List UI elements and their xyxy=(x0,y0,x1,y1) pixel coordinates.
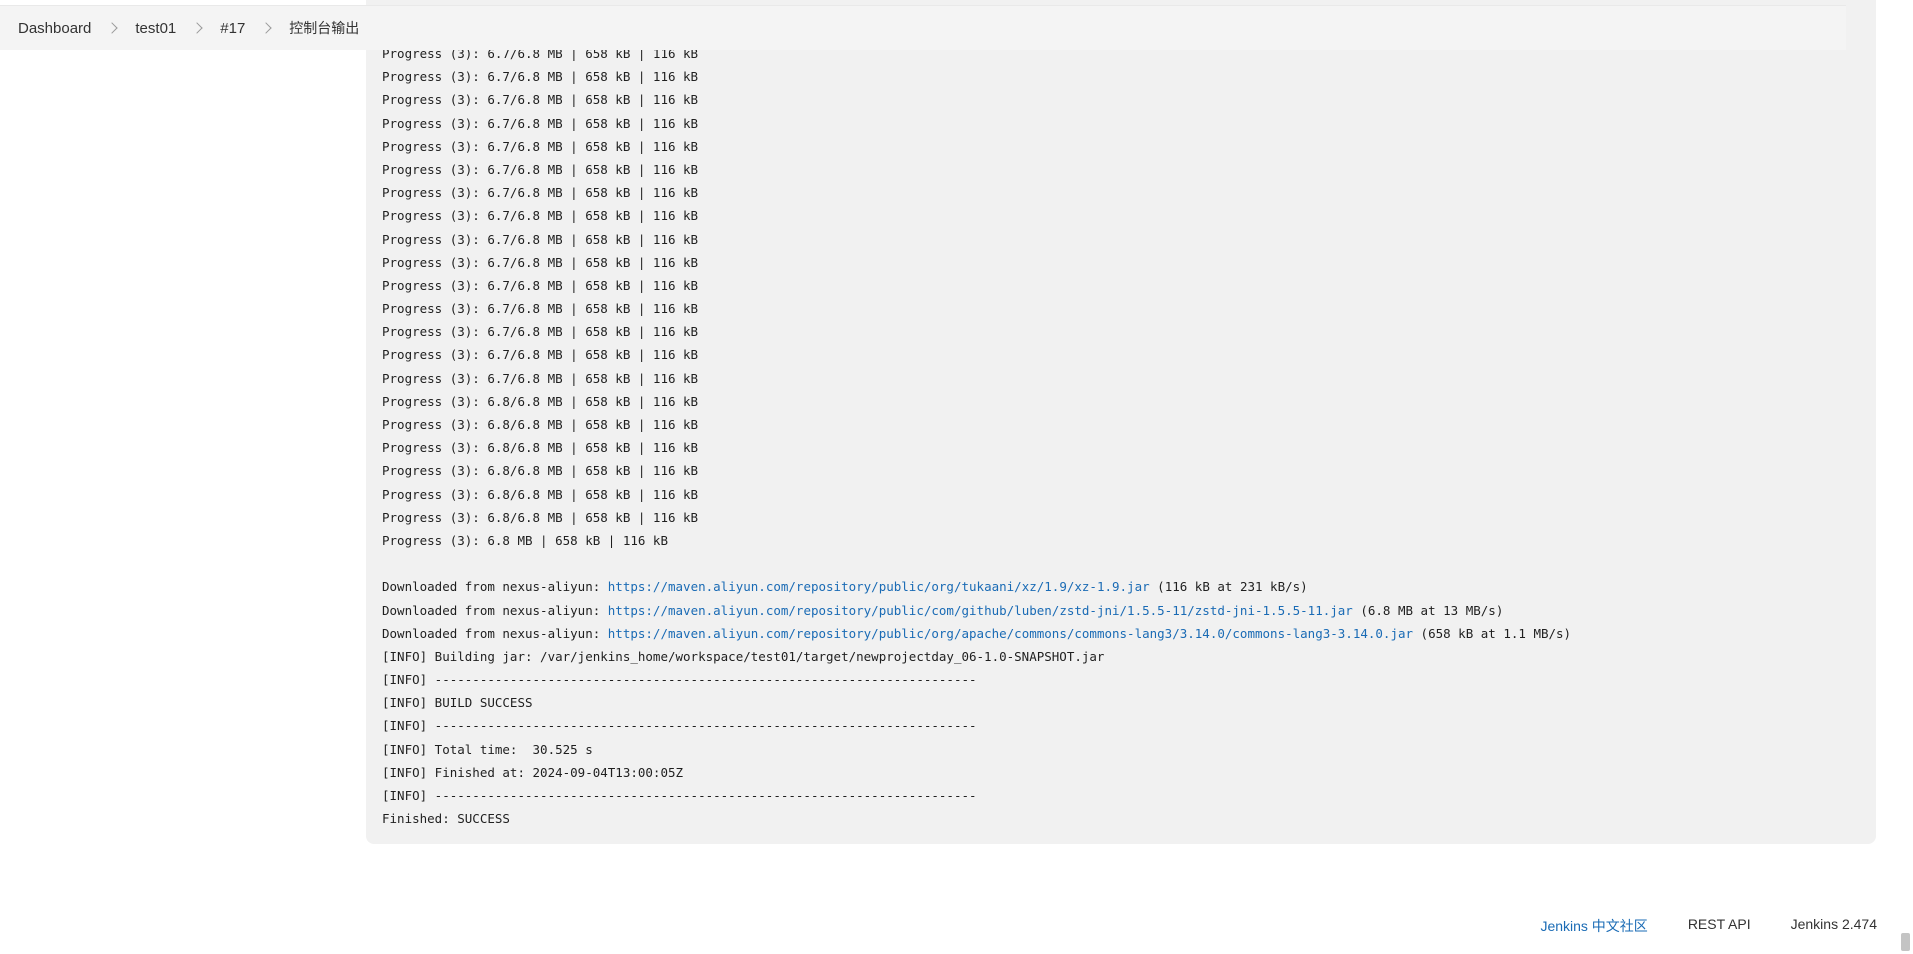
console-line: Progress (3): 6.7/6.8 MB | 658 kB | 116 … xyxy=(382,254,699,270)
console-line: Downloaded from nexus-aliyun: https://ma… xyxy=(382,622,1860,645)
console-line: Progress (3): 6.8/6.8 MB | 658 kB | 116 … xyxy=(382,417,699,432)
console-line: Progress (3): 6.7/6.8 MB | 658 kB | 116 … xyxy=(382,231,699,247)
console-line-suffix: (6.8 MB at 13 MB/s) xyxy=(1352,602,1504,618)
console-line: Progress (3): 6.8/6.8 MB | 658 kB | 116 … xyxy=(382,509,699,525)
console-line: Progress (3): 6.8 MB | 658 kB | 116 kB xyxy=(382,532,668,548)
breadcrumb-console-output[interactable]: 控制台输出 xyxy=(289,18,359,38)
console-line: Progress (3): 6.7/6.8 MB | 658 kB | 116 … xyxy=(382,138,699,154)
console-line: [INFO] Finished at: 2024-09-04T13:00:05Z xyxy=(382,764,684,780)
chevron-right-icon xyxy=(260,22,272,34)
console-line: Progress (3): 6.8/6.8 MB | 658 kB | 116 … xyxy=(382,486,699,502)
rest-api-link[interactable]: REST API xyxy=(1688,916,1751,936)
console-line: [INFO] ---------------------------------… xyxy=(382,788,977,803)
console-line: Progress (3): 6.7/6.8 MB | 658 kB | 116 … xyxy=(382,277,699,293)
console-line: [INFO] ---------------------------------… xyxy=(382,672,977,688)
chevron-right-icon xyxy=(191,22,203,34)
scrollbar-thumb[interactable] xyxy=(1901,933,1910,951)
console-line: [INFO] Building jar: /var/jenkins_home/w… xyxy=(382,648,1105,664)
jenkins-community-link[interactable]: Jenkins 中文社区 xyxy=(1540,916,1647,936)
console-line: Progress (3): 6.7/6.8 MB | 658 kB | 116 … xyxy=(382,92,699,108)
console-line: Progress (3): 6.8/6.8 MB | 658 kB | 116 … xyxy=(382,440,699,456)
jenkins-console-page: Progress (3): 6.7/6.8 MB | 658 kB | 116 … xyxy=(0,0,1913,954)
console-line: Progress (3): 6.7/6.8 MB | 658 kB | 116 … xyxy=(382,208,699,224)
artifact-download-link[interactable]: https://maven.aliyun.com/repository/publ… xyxy=(608,603,1353,618)
console-line: Progress (3): 6.7/6.8 MB | 658 kB | 116 … xyxy=(382,324,699,340)
console-line: Progress (3): 6.8/6.8 MB | 658 kB | 116 … xyxy=(382,463,699,479)
console-line: Progress (3): 6.7/6.8 MB | 658 kB | 116 … xyxy=(382,69,699,85)
console-line-prefix: Downloaded from nexus-aliyun: xyxy=(382,579,608,595)
breadcrumb: Dashboard test01 #17 控制台输出 xyxy=(0,5,1846,50)
chevron-right-icon xyxy=(106,22,119,34)
console-line: [INFO] ---------------------------------… xyxy=(382,718,977,734)
console-line: Finished: SUCCESS xyxy=(382,811,510,827)
console-line: Progress (3): 6.7/6.8 MB | 658 kB | 116 … xyxy=(382,301,699,317)
console-line-suffix: (116 kB at 231 kB/s) xyxy=(1149,579,1308,595)
console-line-prefix: Downloaded from nexus-aliyun: xyxy=(382,625,608,641)
console-line: [INFO] BUILD SUCCESS xyxy=(382,695,533,711)
breadcrumb-job-test01[interactable]: test01 xyxy=(135,20,176,37)
page-scrollbar[interactable] xyxy=(1899,0,1913,954)
console-line: Progress (3): 6.7/6.8 MB | 658 kB | 116 … xyxy=(382,185,699,201)
console-line: Progress (3): 6.7/6.8 MB | 658 kB | 116 … xyxy=(382,115,699,131)
console-line-prefix: Downloaded from nexus-aliyun: xyxy=(382,602,608,618)
page-footer: Jenkins 中文社区 REST API Jenkins 2.474 xyxy=(1540,916,1877,936)
console-line-suffix: (658 kB at 1.1 MB/s) xyxy=(1413,625,1572,641)
console-line: Progress (3): 6.7/6.8 MB | 658 kB | 116 … xyxy=(382,347,699,363)
artifact-download-link[interactable]: https://maven.aliyun.com/repository/publ… xyxy=(608,626,1413,641)
jenkins-version-link[interactable]: Jenkins 2.474 xyxy=(1791,916,1877,936)
breadcrumb-build-17[interactable]: #17 xyxy=(220,20,245,37)
console-line: [INFO] Total time: 30.525 s xyxy=(382,741,593,757)
console-line: Downloaded from nexus-aliyun: https://ma… xyxy=(382,599,1860,622)
console-line: Downloaded from nexus-aliyun: https://ma… xyxy=(382,575,1860,598)
console-output: Progress (3): 6.7/6.8 MB | 658 kB | 116 … xyxy=(366,0,1876,844)
artifact-download-link[interactable]: https://maven.aliyun.com/repository/publ… xyxy=(608,579,1150,594)
breadcrumb-dashboard[interactable]: Dashboard xyxy=(18,20,91,37)
console-line: Progress (3): 6.7/6.8 MB | 658 kB | 116 … xyxy=(382,370,699,386)
console-text: Progress (3): 6.7/6.8 MB | 658 kB | 116 … xyxy=(382,42,1860,830)
console-line: Progress (3): 6.8/6.8 MB | 658 kB | 116 … xyxy=(382,393,699,409)
console-line: Progress (3): 6.7/6.8 MB | 658 kB | 116 … xyxy=(382,161,699,177)
